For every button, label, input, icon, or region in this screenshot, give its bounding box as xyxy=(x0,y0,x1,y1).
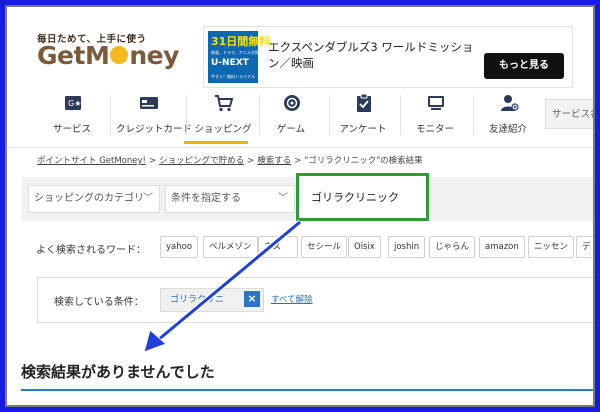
popular-word-tag[interactable]: amazon xyxy=(479,236,525,258)
popular-word-tag[interactable]: セシール xyxy=(301,236,348,258)
nav-label-game: ゲーム xyxy=(276,124,306,135)
search-condition-box: 検索している条件： ゴリラクリニ × すべて解除 xyxy=(37,277,593,323)
breadcrumb-current: "ゴリラクリニック"の検索結果 xyxy=(304,156,423,166)
shopping-cart-icon xyxy=(215,95,234,112)
logo-text-m: M xyxy=(84,41,110,70)
logo-text-get: Get xyxy=(37,41,85,70)
condition-label: 検索している条件： xyxy=(54,297,144,308)
chevron-down-icon: ﹀ xyxy=(278,193,288,204)
svg-text:G★: G★ xyxy=(68,99,81,108)
breadcrumb-separator: > xyxy=(148,156,157,166)
survey-icon xyxy=(357,93,371,112)
nav-item-service[interactable]: G★ サービス xyxy=(40,85,104,143)
result-heading-underline xyxy=(21,389,593,391)
nav-item-game[interactable]: ゲーム xyxy=(259,85,323,143)
category-select[interactable]: ショッピングのカテゴリ ﹀ xyxy=(28,185,160,213)
breadcrumb-separator: > xyxy=(294,156,302,166)
condition-select[interactable]: 条件を指定する ﹀ xyxy=(165,185,295,213)
popular-word-tag[interactable]: デ xyxy=(576,236,593,258)
nav-search-input[interactable]: サービス名 xyxy=(545,99,593,129)
friend-icon xyxy=(501,95,519,111)
nav-label-friend: 友達紹介 xyxy=(488,124,527,135)
ad-image-line1: 31日間無料 xyxy=(211,35,271,48)
nav-item-credit-card[interactable]: クレジットカード xyxy=(116,85,193,143)
logo[interactable]: GetM ney xyxy=(37,41,179,70)
no-results-heading: 検索結果がありませんでした xyxy=(21,363,215,381)
popular-word-tag[interactable]: ベルメゾン xyxy=(203,236,258,258)
monitor-icon xyxy=(428,96,444,110)
chevron-down-icon: ﹀ xyxy=(143,193,153,204)
nav-active-indicator xyxy=(184,141,248,144)
ad-title[interactable]: エクスペンダブルズ3 ワールドミッション／映画 xyxy=(268,39,478,71)
popular-word-tag[interactable]: ニッセン xyxy=(528,236,575,258)
nav-divider xyxy=(186,95,187,135)
nav-item-survey[interactable]: アンケート xyxy=(331,85,395,143)
credit-card-icon xyxy=(140,97,158,109)
breadcrumb-separator: > xyxy=(247,156,255,166)
popular-word-tag[interactable]: yahoo xyxy=(160,236,199,258)
nav-divider xyxy=(329,95,330,135)
nav-divider xyxy=(110,95,111,135)
ad-image[interactable]: 31日間無料 映画、ドラマ、アニメが見放題 U-NEXT 今すぐ！無料トライアル xyxy=(208,31,270,83)
nav-item-monitor[interactable]: モニター xyxy=(403,85,467,143)
popular-word-tag[interactable]: ネス xyxy=(258,236,298,258)
nav-divider xyxy=(473,95,474,135)
popular-word-tag[interactable]: じゃらん xyxy=(429,236,476,258)
breadcrumb-link-shopping[interactable]: ショッピングで貯める xyxy=(159,156,244,166)
nav-label-survey: アンケート xyxy=(339,124,387,135)
nav-divider xyxy=(400,95,401,135)
nav-item-shopping[interactable]: ショッピング xyxy=(191,85,255,143)
game-icon xyxy=(284,95,300,111)
ad-banner[interactable]: 31日間無料 映画、ドラマ、アニメが見放題 U-NEXT 今すぐ！無料トライアル… xyxy=(203,26,573,88)
condition-chip-text: ゴリラクリニ xyxy=(170,295,225,305)
nav-item-friend[interactable]: 友達紹介 xyxy=(476,85,540,143)
keyword-input-value: ゴリラクリニック xyxy=(311,191,399,204)
remove-condition-icon[interactable]: × xyxy=(244,291,260,307)
page: 毎日ためて、上手に使う GetM ney 31日間無料 映画、ドラマ、アニメが見放… xyxy=(7,7,593,405)
breadcrumb-link-search[interactable]: 検索する xyxy=(257,156,291,166)
header-divider xyxy=(7,147,593,148)
coin-icon xyxy=(110,46,129,64)
ad-image-line2: 映画、ドラマ、アニメが見放題 xyxy=(211,50,267,55)
keyword-input[interactable]: ゴリラクリニック xyxy=(296,173,429,221)
condition-select-value: 条件を指定する xyxy=(171,193,241,204)
nav-label-service: サービス xyxy=(52,124,91,135)
ad-image-line4: 今すぐ！無料トライアル xyxy=(211,74,255,79)
nav-label-shopping: ショッピング xyxy=(194,124,252,135)
nav-label-credit-card: クレジットカード xyxy=(116,124,193,135)
ad-image-line3: U-NEXT xyxy=(211,58,249,68)
logo-text-ney: ney xyxy=(129,41,179,70)
clear-all-link[interactable]: すべて解除 xyxy=(271,293,313,305)
category-select-value: ショッピングのカテゴリ xyxy=(34,193,144,204)
popular-word-tag[interactable]: joshin xyxy=(388,236,426,258)
ad-more-button[interactable]: もっと見る xyxy=(484,53,564,79)
nav-label-monitor: モニター xyxy=(415,124,454,135)
breadcrumb-link-home[interactable]: ポイントサイト GetMoney! xyxy=(37,156,146,166)
popular-word-tag[interactable]: Oisix xyxy=(348,236,381,258)
breadcrumb: ポイントサイト GetMoney! > ショッピングで貯める > 検索する > "ゴリラクリ… xyxy=(37,154,423,166)
popular-words-label: よく検索されるワード： xyxy=(36,245,146,256)
service-icon: G★ xyxy=(65,96,81,110)
